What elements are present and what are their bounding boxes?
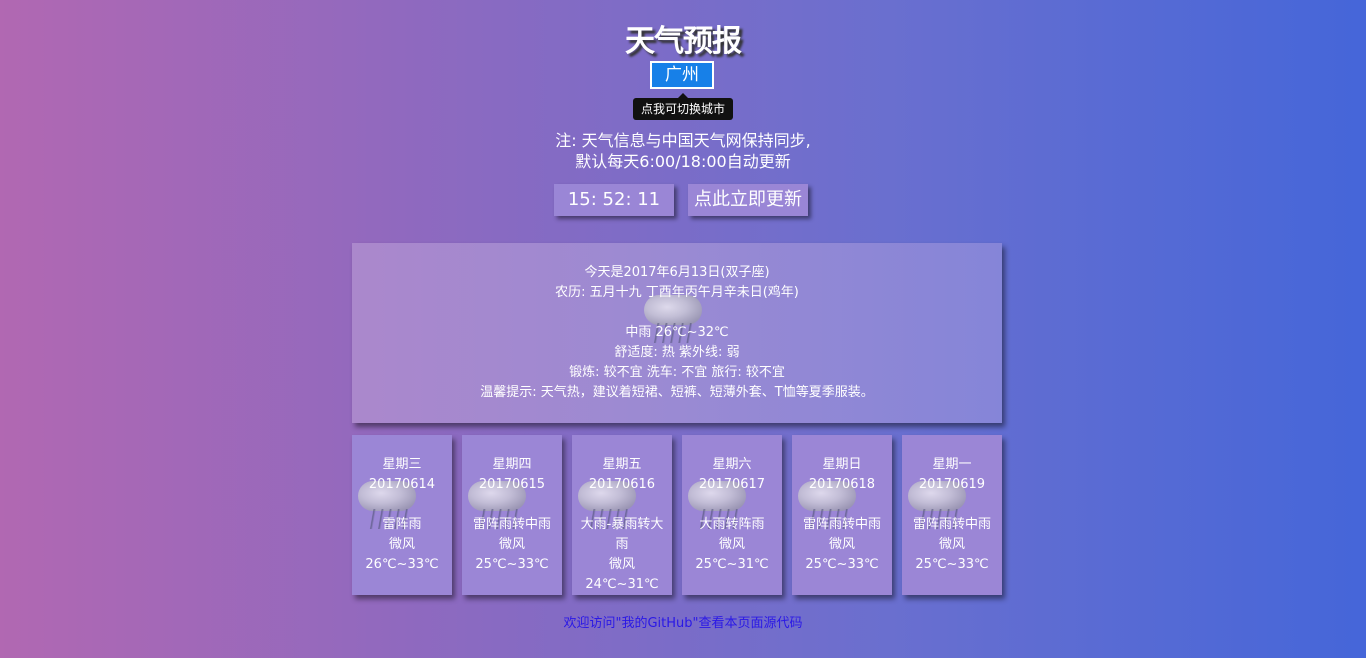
forecast-weather-cont: 雨: [615, 537, 629, 552]
today-tip: 温馨提示: 天气热，建议着短裙、短裤、短薄外套、T恤等夏季服装。: [480, 385, 874, 400]
forecast-temperature: 25℃~33℃: [475, 557, 549, 572]
forecast-temperature: 25℃~33℃: [915, 557, 989, 572]
update-note-line1: 注: 天气信息与中国天气网保持同步,: [555, 131, 811, 150]
forecast-temperature: 25℃~31℃: [695, 557, 769, 572]
forecast-wind: 微风: [938, 537, 965, 552]
today-comfort: 舒适度: 热 紫外线: 弱: [614, 345, 740, 360]
forecast-temperature: 26℃~33℃: [365, 557, 439, 572]
forecast-card: 星期日 20170618 雷阵雨转中雨 微风 25℃~33℃: [792, 435, 892, 595]
forecast-card: 星期六 20170617 大雨转阵雨 微风 25℃~31℃: [682, 435, 782, 595]
forecast-temperature: 24℃~31℃: [585, 577, 659, 592]
forecast-card: 星期五 20170616 大雨-暴雨转大 雨 微风 24℃~31℃: [572, 435, 672, 595]
page-title: 天气预报: [625, 24, 742, 59]
forecast-date: 20170619: [918, 477, 986, 492]
today-weather: 中雨 26℃~32℃: [625, 325, 729, 340]
forecast-weather: 雷阵雨转中雨: [802, 517, 881, 532]
current-time-display: 15: 52: 11: [554, 184, 674, 216]
update-note: 注: 天气信息与中国天气网保持同步, 默认每天6:00/18:00自动更新: [0, 130, 1366, 172]
forecast-weekday: 星期日: [822, 457, 862, 472]
forecast-weekday: 星期六: [712, 457, 752, 472]
forecast-card: 星期一 20170619 雷阵雨转中雨 微风 25℃~33℃: [902, 435, 1002, 595]
forecast-date: 20170616: [588, 477, 656, 492]
forecast-weather: 雷阵雨转中雨: [912, 517, 991, 532]
update-note-line2: 默认每天6:00/18:00自动更新: [575, 152, 791, 171]
today-date: 今天是2017年6月13日(双子座): [584, 265, 770, 280]
forecast-date: 20170617: [698, 477, 766, 492]
city-switch-button[interactable]: 广州: [650, 61, 714, 89]
forecast-date: 20170618: [808, 477, 876, 492]
forecast-weekday: 星期五: [602, 457, 642, 472]
github-link[interactable]: 欢迎访问"我的GitHub"查看本页面源代码: [0, 612, 1366, 631]
forecast-wind: 微风: [828, 537, 855, 552]
forecast-weekday: 星期四: [492, 457, 532, 472]
forecast-card: 星期四 20170615 雷阵雨转中雨 微风 25℃~33℃: [462, 435, 562, 595]
forecast-wind: 微风: [718, 537, 745, 552]
forecast-wind: 微风: [608, 557, 635, 572]
forecast-wind: 微风: [498, 537, 525, 552]
today-weather-card: 今天是2017年6月13日(双子座) 农历: 五月十九 丁酉年丙午月辛未日(鸡年…: [352, 243, 1002, 423]
forecast-weather: 大雨转阵雨: [699, 517, 765, 532]
forecast-weather: 大雨-暴雨转大: [580, 517, 664, 532]
forecast-weather: 雷阵雨: [382, 517, 422, 532]
forecast-weekday: 星期一: [932, 457, 972, 472]
forecast-date: 20170614: [368, 477, 436, 492]
forecast-card: 星期三 20170614 雷阵雨 微风 26℃~33℃: [352, 435, 452, 595]
forecast-temperature: 25℃~33℃: [805, 557, 879, 572]
forecast-weather: 雷阵雨转中雨: [472, 517, 551, 532]
refresh-now-button[interactable]: 点此立即更新: [688, 184, 808, 216]
forecast-date: 20170615: [478, 477, 546, 492]
city-switch-tooltip: 点我可切换城市: [633, 93, 733, 120]
today-activities: 锻炼: 较不宜 洗车: 不宜 旅行: 较不宜: [569, 365, 785, 380]
forecast-wind: 微风: [388, 537, 415, 552]
today-lunar-date: 农历: 五月十九 丁酉年丙午月辛未日(鸡年): [555, 285, 799, 300]
forecast-weekday: 星期三: [382, 457, 422, 472]
